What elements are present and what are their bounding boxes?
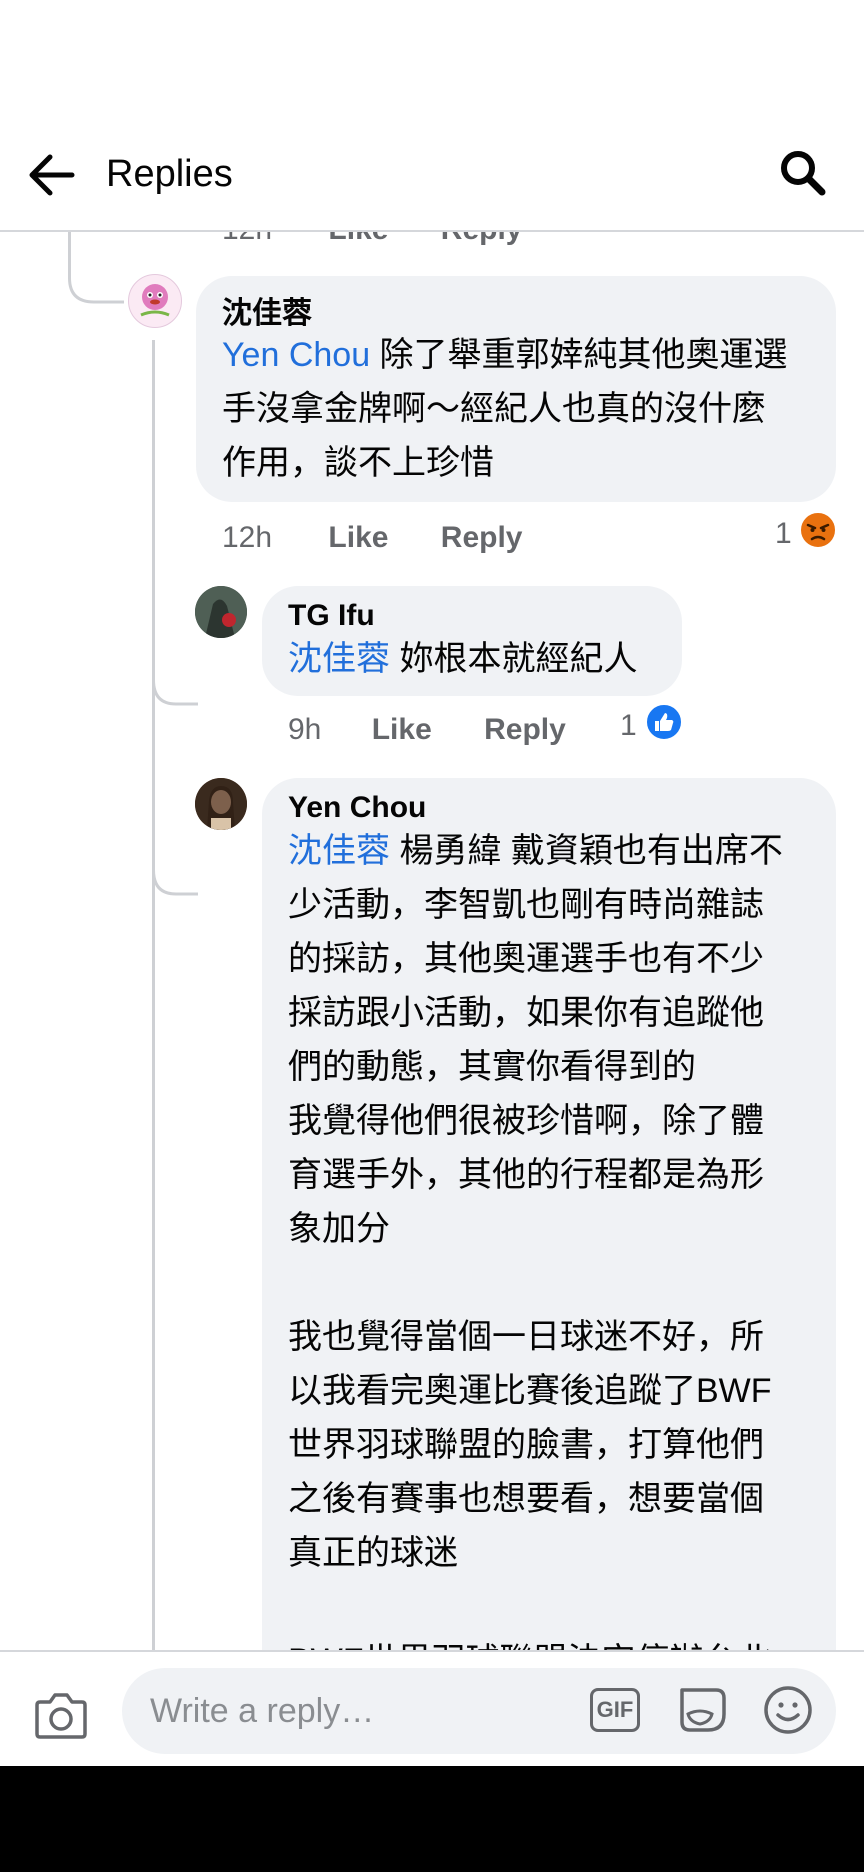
like-button[interactable]: Like — [328, 521, 388, 554]
mention-link[interactable]: 沈佳蓉 — [288, 640, 390, 678]
angry-reaction-icon[interactable] — [798, 510, 838, 550]
avatar[interactable] — [195, 778, 247, 830]
reply-input[interactable]: Write a reply… GIF — [122, 1668, 836, 1754]
like-button[interactable]: Like — [372, 713, 432, 746]
reply-button[interactable]: Reply — [441, 521, 523, 554]
reply-input-placeholder: Write a reply… — [150, 1692, 375, 1730]
back-arrow-icon[interactable] — [28, 153, 76, 197]
emoji-icon[interactable] — [762, 1684, 814, 1736]
profile-photo-icon — [195, 586, 247, 638]
mention-link[interactable]: Yen Chou — [222, 336, 370, 374]
page-title: Replies — [106, 153, 233, 195]
camera-icon[interactable] — [34, 1690, 88, 1740]
character-avatar-icon — [140, 284, 170, 317]
comment-time: 9h — [288, 713, 322, 746]
gif-icon[interactable]: GIF — [590, 1688, 640, 1732]
search-icon[interactable] — [778, 148, 828, 198]
comment-text: Yen Chou 除了舉重郭婞純其他奧運選 手沒拿金牌啊～經紀人也真的沒什麼 作… — [222, 328, 822, 490]
avatar[interactable] — [195, 586, 247, 638]
comment-author[interactable]: Yen Chou — [288, 790, 426, 826]
thread-curve — [152, 630, 198, 706]
thread-curve — [68, 230, 124, 304]
gif-label: GIF — [596, 1697, 634, 1722]
comment-author[interactable]: 沈佳蓉 — [222, 296, 312, 332]
previous-comment-time: 12h — [222, 230, 272, 246]
mention-link[interactable]: 沈佳蓉 — [288, 832, 390, 870]
comment-body: 楊勇緯 戴資穎也有出席不 少活動，李智凱也剛有時尚雜誌 的採訪，其他奧運選手也有… — [288, 832, 783, 1650]
comment-text: 沈佳蓉 妳根本就經紀人 — [288, 632, 678, 686]
sticker-icon[interactable] — [676, 1684, 730, 1736]
comment-body: 妳根本就經紀人 — [390, 640, 638, 678]
reply-button[interactable]: Reply — [484, 713, 566, 746]
previous-comment-actions: 12h Like Reply — [222, 230, 522, 248]
replies-thread: 12h Like Reply 沈佳蓉 Yen Chou 除了舉重郭婞純其他奧運選… — [0, 230, 864, 1650]
comment-time: 12h — [222, 521, 273, 554]
avatar[interactable] — [128, 274, 182, 328]
like-reaction-icon[interactable] — [644, 702, 684, 742]
reply-composer: Write a reply… GIF — [0, 1650, 864, 1767]
previous-reply-button[interactable]: Reply — [441, 230, 523, 246]
comment-author[interactable]: TG Ifu — [288, 598, 375, 634]
previous-like-button[interactable]: Like — [328, 230, 388, 246]
profile-photo-icon — [195, 778, 247, 830]
comment-actions: 9h Like Reply — [288, 712, 566, 748]
reaction-count[interactable]: 1 — [620, 708, 637, 744]
comment-text: 沈佳蓉 楊勇緯 戴資穎也有出席不 少活動，李智凱也剛有時尚雜誌 的採訪，其他奧運… — [288, 824, 828, 1650]
system-navigation-bar — [0, 1766, 864, 1872]
reaction-count[interactable]: 1 — [775, 516, 792, 552]
thread-line — [152, 340, 155, 1650]
thread-curve — [152, 820, 198, 896]
comment-actions: 12h Like Reply — [222, 520, 522, 556]
